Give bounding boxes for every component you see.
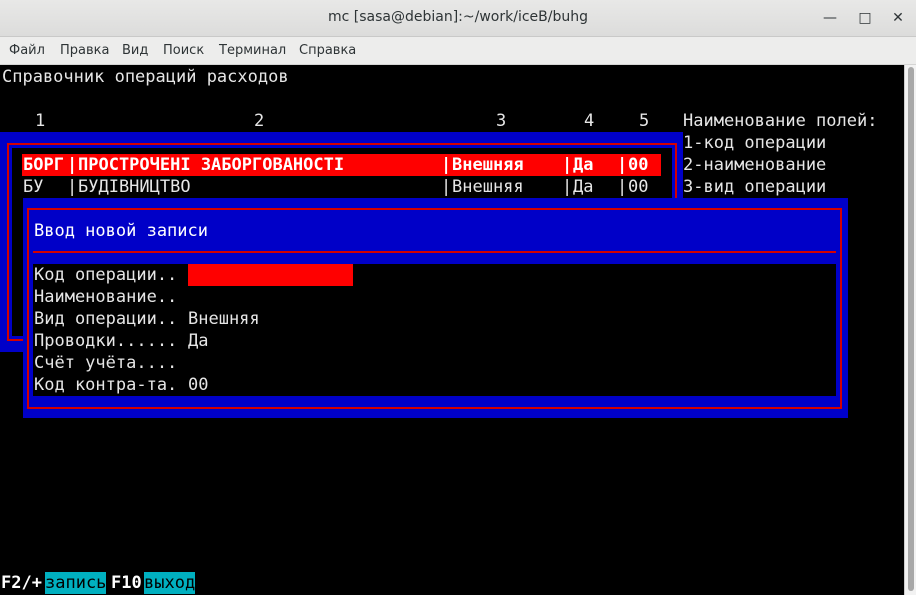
menu-bar: Файл Правка Вид Поиск Терминал Справка	[0, 37, 916, 65]
screen-header: Справочник операций расходов	[2, 67, 289, 87]
terminal-scrollbar[interactable]	[904, 65, 916, 595]
menu-help[interactable]: Справка	[299, 43, 356, 58]
row2-sep2: |	[441, 177, 452, 197]
posting-field-label: Проводки......	[34, 331, 178, 351]
field-name-2: 2-наименование	[683, 155, 827, 175]
name-field-label: Наименование..	[34, 287, 178, 307]
row1-sep4: |	[617, 155, 628, 175]
row1-contr: 00	[628, 155, 649, 175]
column-number-1: 1	[35, 111, 46, 131]
menu-search[interactable]: Поиск	[163, 43, 204, 58]
save-action-button[interactable]: запись	[45, 572, 107, 594]
row2-sep4: |	[617, 177, 628, 197]
column-number-3: 3	[496, 111, 507, 131]
kind-field-label: Вид операции..	[34, 309, 178, 329]
row2-contr[interactable]: 00	[628, 176, 648, 198]
code-field-label: Код операции..	[34, 265, 178, 285]
field-name-3: 3-вид операции	[683, 177, 827, 197]
exit-action-button[interactable]: выход	[144, 572, 196, 594]
contractor-input[interactable]: 00	[188, 374, 208, 396]
window-title: mc [sasa@debian]:~/work/iceB/buhg	[328, 9, 588, 25]
row1-code: БОРГ	[23, 155, 64, 175]
contractor-field-label: Код контра-та.	[34, 375, 178, 395]
hotkey-f2: F2/+	[1, 573, 42, 593]
row1-name: ПРОСТРОЧЕНІ ЗАБОРГОВАНОСТІ	[78, 155, 345, 175]
row2-posting[interactable]: Да	[573, 176, 593, 198]
maximize-icon[interactable]: □	[855, 8, 875, 28]
close-icon[interactable]: ✕	[888, 8, 908, 28]
row2-code[interactable]: БУ	[23, 176, 43, 198]
dialog-title-divider	[33, 251, 836, 253]
row2-kind[interactable]: Внешняя	[452, 176, 524, 198]
menu-terminal[interactable]: Терминал	[219, 43, 286, 58]
column-number-2: 2	[254, 111, 265, 131]
column-number-4: 4	[584, 111, 595, 131]
account-field-label: Счёт учёта....	[34, 353, 178, 373]
code-input[interactable]	[188, 264, 353, 286]
row1-sep3: |	[562, 155, 573, 175]
row2-name[interactable]: БУДІВНИЦТВО	[78, 176, 191, 198]
menu-edit[interactable]: Правка	[60, 43, 109, 58]
menu-file[interactable]: Файл	[9, 43, 45, 58]
row1-kind: Внешняя	[452, 155, 524, 175]
row1-sep1: |	[67, 155, 78, 175]
field-name-1: 1-код операции	[683, 133, 827, 153]
minimize-icon[interactable]: —	[820, 8, 840, 28]
dialog-title: Ввод новой записи	[34, 221, 208, 241]
row1-posting: Да	[573, 155, 594, 175]
kind-input[interactable]: Внешняя	[188, 308, 260, 330]
row1-sep2: |	[441, 155, 452, 175]
menu-view[interactable]: Вид	[122, 43, 148, 58]
column-number-5: 5	[639, 111, 650, 131]
name-input[interactable]	[188, 286, 488, 308]
hotkey-f10: F10	[111, 573, 142, 593]
scrollbar-thumb[interactable]	[908, 67, 914, 591]
field-names-title: Наименование полей:	[683, 111, 878, 131]
row2-sep3: |	[562, 177, 573, 197]
title-bar: mc [sasa@debian]:~/work/iceB/buhg — □ ✕	[0, 0, 916, 37]
account-input[interactable]	[188, 352, 488, 374]
row2-sep1: |	[67, 177, 78, 197]
posting-input[interactable]: Да	[188, 330, 208, 352]
